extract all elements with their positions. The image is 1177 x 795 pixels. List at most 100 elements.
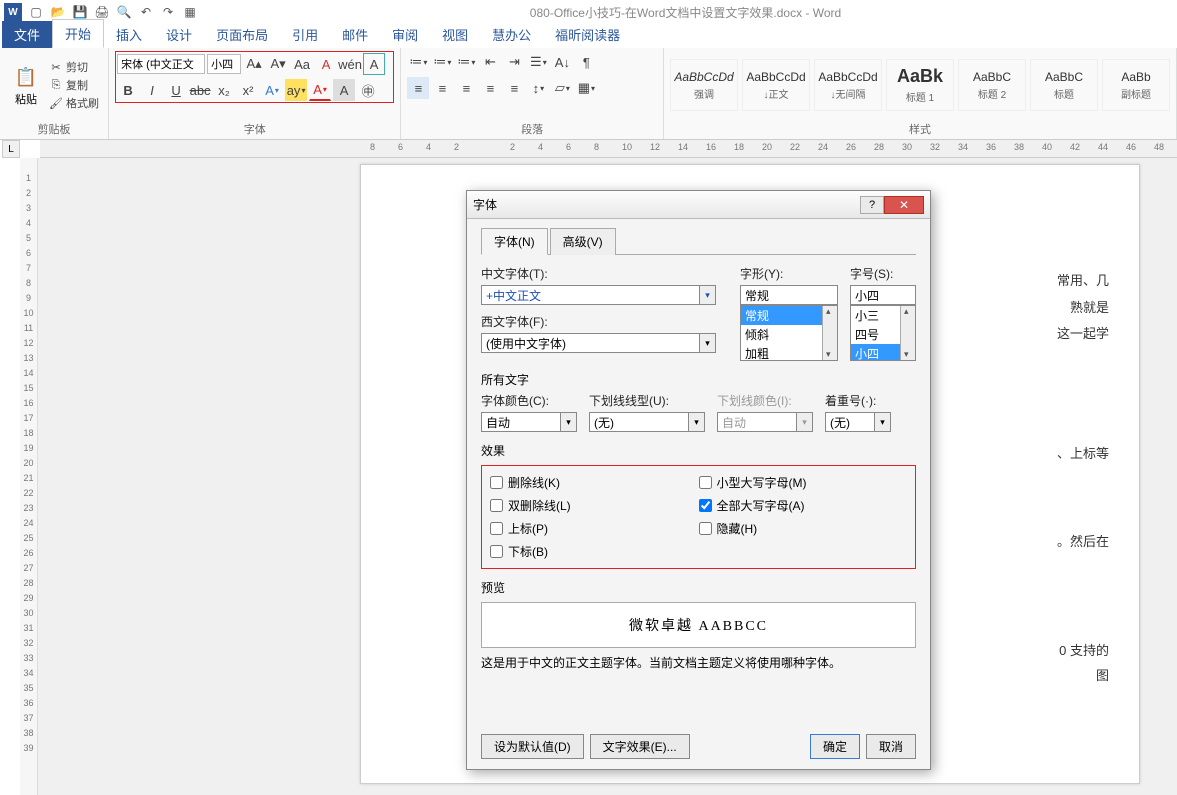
tab-福昕阅读器[interactable]: 福昕阅读器 xyxy=(543,21,632,48)
font-color-button[interactable]: A xyxy=(309,79,331,101)
tab-文件[interactable]: 文件 xyxy=(2,21,52,48)
copy-button[interactable]: ⎘复制 xyxy=(49,77,99,93)
font-name-combo[interactable]: 宋体 (中文正文 xyxy=(117,54,205,74)
clear-format-button[interactable]: A xyxy=(315,53,337,75)
numbering-button[interactable]: ≔ xyxy=(431,51,453,73)
west-font-combo[interactable]: (使用中文字体)▾ xyxy=(481,333,716,353)
tab-插入[interactable]: 插入 xyxy=(104,21,154,48)
subscript-button[interactable]: x₂ xyxy=(213,79,235,101)
ruler-corner[interactable]: L xyxy=(2,140,20,158)
tab-引用[interactable]: 引用 xyxy=(280,21,330,48)
size-listbox[interactable]: 小三四号小四 xyxy=(850,305,916,361)
show-marks-button[interactable]: ¶ xyxy=(575,51,597,73)
open-icon[interactable]: 📂 xyxy=(50,4,66,20)
style-标题 2[interactable]: AaBbC标题 2 xyxy=(958,59,1026,111)
underline-color-label: 下划线颜色(I): xyxy=(717,392,813,409)
change-case-button[interactable]: Aa xyxy=(291,53,313,75)
vertical-ruler[interactable]: 1234567891011121314151617181920212223242… xyxy=(20,158,38,795)
dialog-title-bar[interactable]: 字体 ? ✕ xyxy=(467,191,930,219)
style-listbox[interactable]: 常规倾斜加粗 xyxy=(740,305,838,361)
checkbox-双删除线(L)[interactable]: 双删除线(L) xyxy=(490,497,699,514)
style-label: 字形(Y): xyxy=(740,265,838,282)
cut-button[interactable]: ✂剪切 xyxy=(49,59,99,75)
text-effects-button[interactable]: A xyxy=(261,79,283,101)
table-icon[interactable]: ▦ xyxy=(182,4,198,20)
style-标题 1[interactable]: AaBk标题 1 xyxy=(886,59,954,111)
tab-页面布局[interactable]: 页面布局 xyxy=(204,21,280,48)
checkbox-全部大写字母(A)[interactable]: 全部大写字母(A) xyxy=(699,497,908,514)
emphasis-combo[interactable]: (无)▾ xyxy=(825,412,891,432)
align-left-button[interactable]: ≡ xyxy=(407,77,429,99)
tab-设计[interactable]: 设计 xyxy=(154,21,204,48)
distribute-button[interactable]: ≡ xyxy=(503,77,525,99)
style-input[interactable]: 常规 xyxy=(740,285,838,305)
effects-highlight: 删除线(K) 双删除线(L) 上标(P) 下标(B) 小型大写字母(M) 全部大写字母(… xyxy=(481,465,916,569)
cancel-button[interactable]: 取消 xyxy=(866,734,916,759)
set-default-button[interactable]: 设为默认值(D) xyxy=(481,734,584,759)
checkbox-上标(P)[interactable]: 上标(P) xyxy=(490,520,699,537)
text-effects-button[interactable]: 文字效果(E)... xyxy=(590,734,690,759)
paste-icon: 📋 xyxy=(12,63,40,91)
text-direction-button[interactable]: ☰ xyxy=(527,51,549,73)
help-button[interactable]: ? xyxy=(860,196,884,214)
checkbox-删除线(K)[interactable]: 删除线(K) xyxy=(490,474,699,491)
underline-button[interactable]: U xyxy=(165,79,187,101)
style-副标题[interactable]: AaBb副标题 xyxy=(1102,59,1170,111)
decrease-indent-button[interactable]: ⇤ xyxy=(479,51,501,73)
style-强调[interactable]: AaBbCcDd强调 xyxy=(670,59,738,111)
word-app-icon: W xyxy=(4,3,22,21)
checkbox-下标(B)[interactable]: 下标(B) xyxy=(490,543,699,560)
grow-font-button[interactable]: A▴ xyxy=(243,53,265,75)
print-preview-icon[interactable]: 🔍 xyxy=(116,4,132,20)
borders-button[interactable]: ▦ xyxy=(575,77,597,99)
tab-开始[interactable]: 开始 xyxy=(52,19,104,48)
ok-button[interactable]: 确定 xyxy=(810,734,860,759)
align-right-button[interactable]: ≡ xyxy=(455,77,477,99)
multilevel-button[interactable]: ≔ xyxy=(455,51,477,73)
format-painter-button[interactable]: 🖌格式刷 xyxy=(49,95,99,111)
phonetic-guide-button[interactable]: wén xyxy=(339,53,361,75)
superscript-button[interactable]: x² xyxy=(237,79,259,101)
justify-button[interactable]: ≡ xyxy=(479,77,501,99)
tab-advanced[interactable]: 高级(V) xyxy=(550,228,616,255)
style-↓正文[interactable]: AaBbCcDd↓正文 xyxy=(742,59,810,111)
undo-icon[interactable]: ↶ xyxy=(138,4,154,20)
line-spacing-button[interactable]: ↕ xyxy=(527,77,549,99)
shading-button[interactable]: ▱ xyxy=(551,77,573,99)
style-↓无间隔[interactable]: AaBbCcDd↓无间隔 xyxy=(814,59,882,111)
char-border-button[interactable]: A xyxy=(363,53,385,75)
new-doc-icon[interactable]: ▢ xyxy=(28,4,44,20)
align-center-button[interactable]: ≡ xyxy=(431,77,453,99)
print-icon[interactable]: 🖨 xyxy=(94,4,110,20)
underline-combo[interactable]: (无)▾ xyxy=(589,412,705,432)
style-标题[interactable]: AaBbC标题 xyxy=(1030,59,1098,111)
redo-icon[interactable]: ↷ xyxy=(160,4,176,20)
paste-button[interactable]: 📋 粘贴 xyxy=(6,63,46,107)
bold-button[interactable]: B xyxy=(117,79,139,101)
cn-font-combo[interactable]: +中文正文▾ xyxy=(481,285,716,305)
font-size-combo[interactable]: 小四 xyxy=(207,54,241,74)
tab-邮件[interactable]: 邮件 xyxy=(330,21,380,48)
color-combo[interactable]: 自动▾ xyxy=(481,412,577,432)
strikethrough-button[interactable]: abc xyxy=(189,79,211,101)
tab-审阅[interactable]: 审阅 xyxy=(380,21,430,48)
tab-视图[interactable]: 视图 xyxy=(430,21,480,48)
size-input[interactable]: 小四 xyxy=(850,285,916,305)
enclose-char-button[interactable]: ㊥ xyxy=(357,79,379,101)
horizontal-ruler[interactable]: 8642246810121416182022242628303234363840… xyxy=(40,140,1177,158)
tab-font[interactable]: 字体(N) xyxy=(481,228,548,255)
checkbox-小型大写字母(M)[interactable]: 小型大写字母(M) xyxy=(699,474,908,491)
preview-description: 这是用于中文的正文主题字体。当前文档主题定义将使用哪种字体。 xyxy=(481,654,916,671)
shrink-font-button[interactable]: A▾ xyxy=(267,53,289,75)
sort-button[interactable]: A↓ xyxy=(551,51,573,73)
checkbox-隐藏(H)[interactable]: 隐藏(H) xyxy=(699,520,908,537)
close-button[interactable]: ✕ xyxy=(884,196,924,214)
tab-慧办公[interactable]: 慧办公 xyxy=(480,21,543,48)
font-group-highlight: 宋体 (中文正文 小四 A▴ A▾ Aa A wén A B I U abc x… xyxy=(115,51,394,103)
increase-indent-button[interactable]: ⇥ xyxy=(503,51,525,73)
italic-button[interactable]: I xyxy=(141,79,163,101)
save-icon[interactable]: 💾 xyxy=(72,4,88,20)
char-shading-button[interactable]: A xyxy=(333,79,355,101)
highlight-button[interactable]: ay xyxy=(285,79,307,101)
bullets-button[interactable]: ≔ xyxy=(407,51,429,73)
